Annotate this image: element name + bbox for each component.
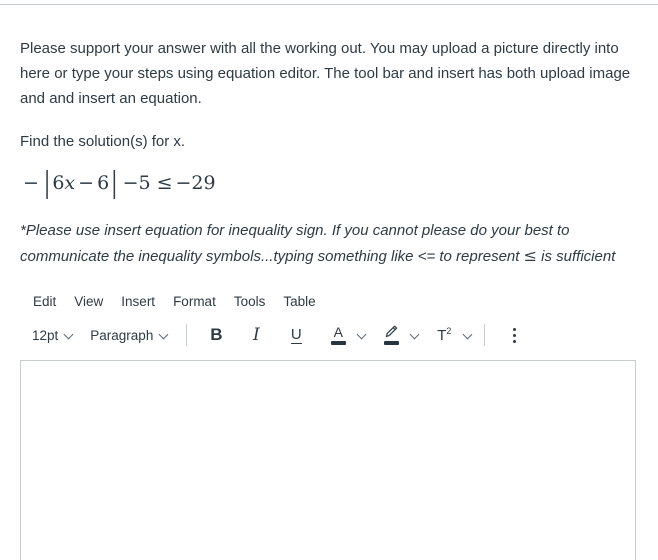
equation-leading-negative: −	[23, 172, 39, 194]
text-color-letter: A	[333, 324, 343, 340]
equation-abs-bar-open: |	[43, 166, 51, 200]
editor-menu-bar: Edit View Insert Format Tools Table	[20, 286, 638, 316]
block-format-value: Paragraph	[90, 327, 154, 343]
more-options-kebab-icon	[504, 322, 524, 348]
highlight-color-icon	[383, 325, 399, 345]
italic-button[interactable]: I	[239, 321, 273, 349]
highlight-color-control[interactable]	[369, 321, 422, 349]
more-options-button[interactable]	[497, 321, 531, 349]
equation-right-side: −29	[175, 172, 216, 194]
font-size-dropdown[interactable]: 12pt	[24, 323, 82, 348]
text-color-control[interactable]: A	[316, 321, 369, 349]
superscript-exponent: 2	[446, 326, 452, 336]
equation-minus-operator: −	[78, 172, 95, 194]
superscript-button[interactable]: T2	[427, 321, 461, 349]
chevron-down-icon	[160, 331, 169, 340]
assignment-instruction: Find the solution(s) for x.	[20, 133, 186, 150]
superscript-icon: T2	[437, 326, 451, 344]
editor-content-area[interactable]	[20, 360, 636, 560]
assignment-note-text-before: *Please use insert equation for inequali…	[20, 222, 570, 265]
equation-relation-symbol: ≤	[156, 172, 173, 194]
underline-icon: U	[290, 325, 302, 344]
block-format-dropdown[interactable]: Paragraph	[82, 323, 177, 348]
menu-item-table[interactable]: Table	[274, 290, 324, 313]
menu-item-tools[interactable]: Tools	[225, 290, 275, 313]
assignment-note-text-after: is sufficient	[537, 248, 616, 265]
marker-pen-icon	[386, 325, 398, 337]
chevron-down-icon[interactable]	[464, 331, 473, 340]
underline-button[interactable]: U	[279, 321, 313, 349]
assignment-description: Please support your answer with all the …	[20, 36, 632, 287]
page-top-divider	[0, 4, 658, 5]
rich-content-editor: Edit View Insert Format Tools Table 12pt…	[20, 286, 638, 560]
menu-item-edit[interactable]: Edit	[24, 290, 65, 313]
chevron-down-icon[interactable]	[358, 331, 367, 340]
font-size-value: 12pt	[32, 327, 59, 343]
highlight-color-swatch	[383, 341, 399, 345]
assignment-note: *Please use insert equation for inequali…	[20, 218, 620, 269]
assignment-intro-paragraph: Please support your answer with all the …	[20, 40, 631, 107]
toolbar-divider	[186, 324, 188, 346]
menu-item-view[interactable]: View	[65, 290, 112, 313]
text-color-button[interactable]: A	[321, 321, 355, 349]
toolbar-divider-end	[484, 324, 486, 346]
bold-icon: B	[210, 325, 223, 344]
text-color-swatch	[330, 341, 346, 345]
menu-item-format[interactable]: Format	[164, 290, 225, 313]
chevron-down-icon[interactable]	[411, 331, 420, 340]
equation-abs-bar-close: |	[111, 166, 118, 200]
text-color-icon: A	[330, 324, 346, 345]
bold-button[interactable]: B	[199, 321, 233, 349]
equation-constant: 6	[97, 172, 110, 194]
editor-toolbar: 12pt Paragraph B I U A T2	[20, 316, 638, 354]
chevron-down-icon	[65, 331, 74, 340]
italic-icon: I	[252, 325, 260, 345]
assignment-equation: − | 6x −6 | −5 ≤ −29	[20, 167, 632, 200]
menu-item-insert[interactable]: Insert	[112, 290, 164, 313]
superscript-control[interactable]: T2	[422, 321, 475, 349]
equation-coefficient: 6	[52, 172, 65, 194]
equation-offset: −5	[122, 172, 151, 194]
highlight-color-button[interactable]	[374, 321, 408, 349]
equation-variable: x	[64, 172, 76, 194]
assignment-note-inequality-symbol: ≤	[523, 246, 537, 265]
